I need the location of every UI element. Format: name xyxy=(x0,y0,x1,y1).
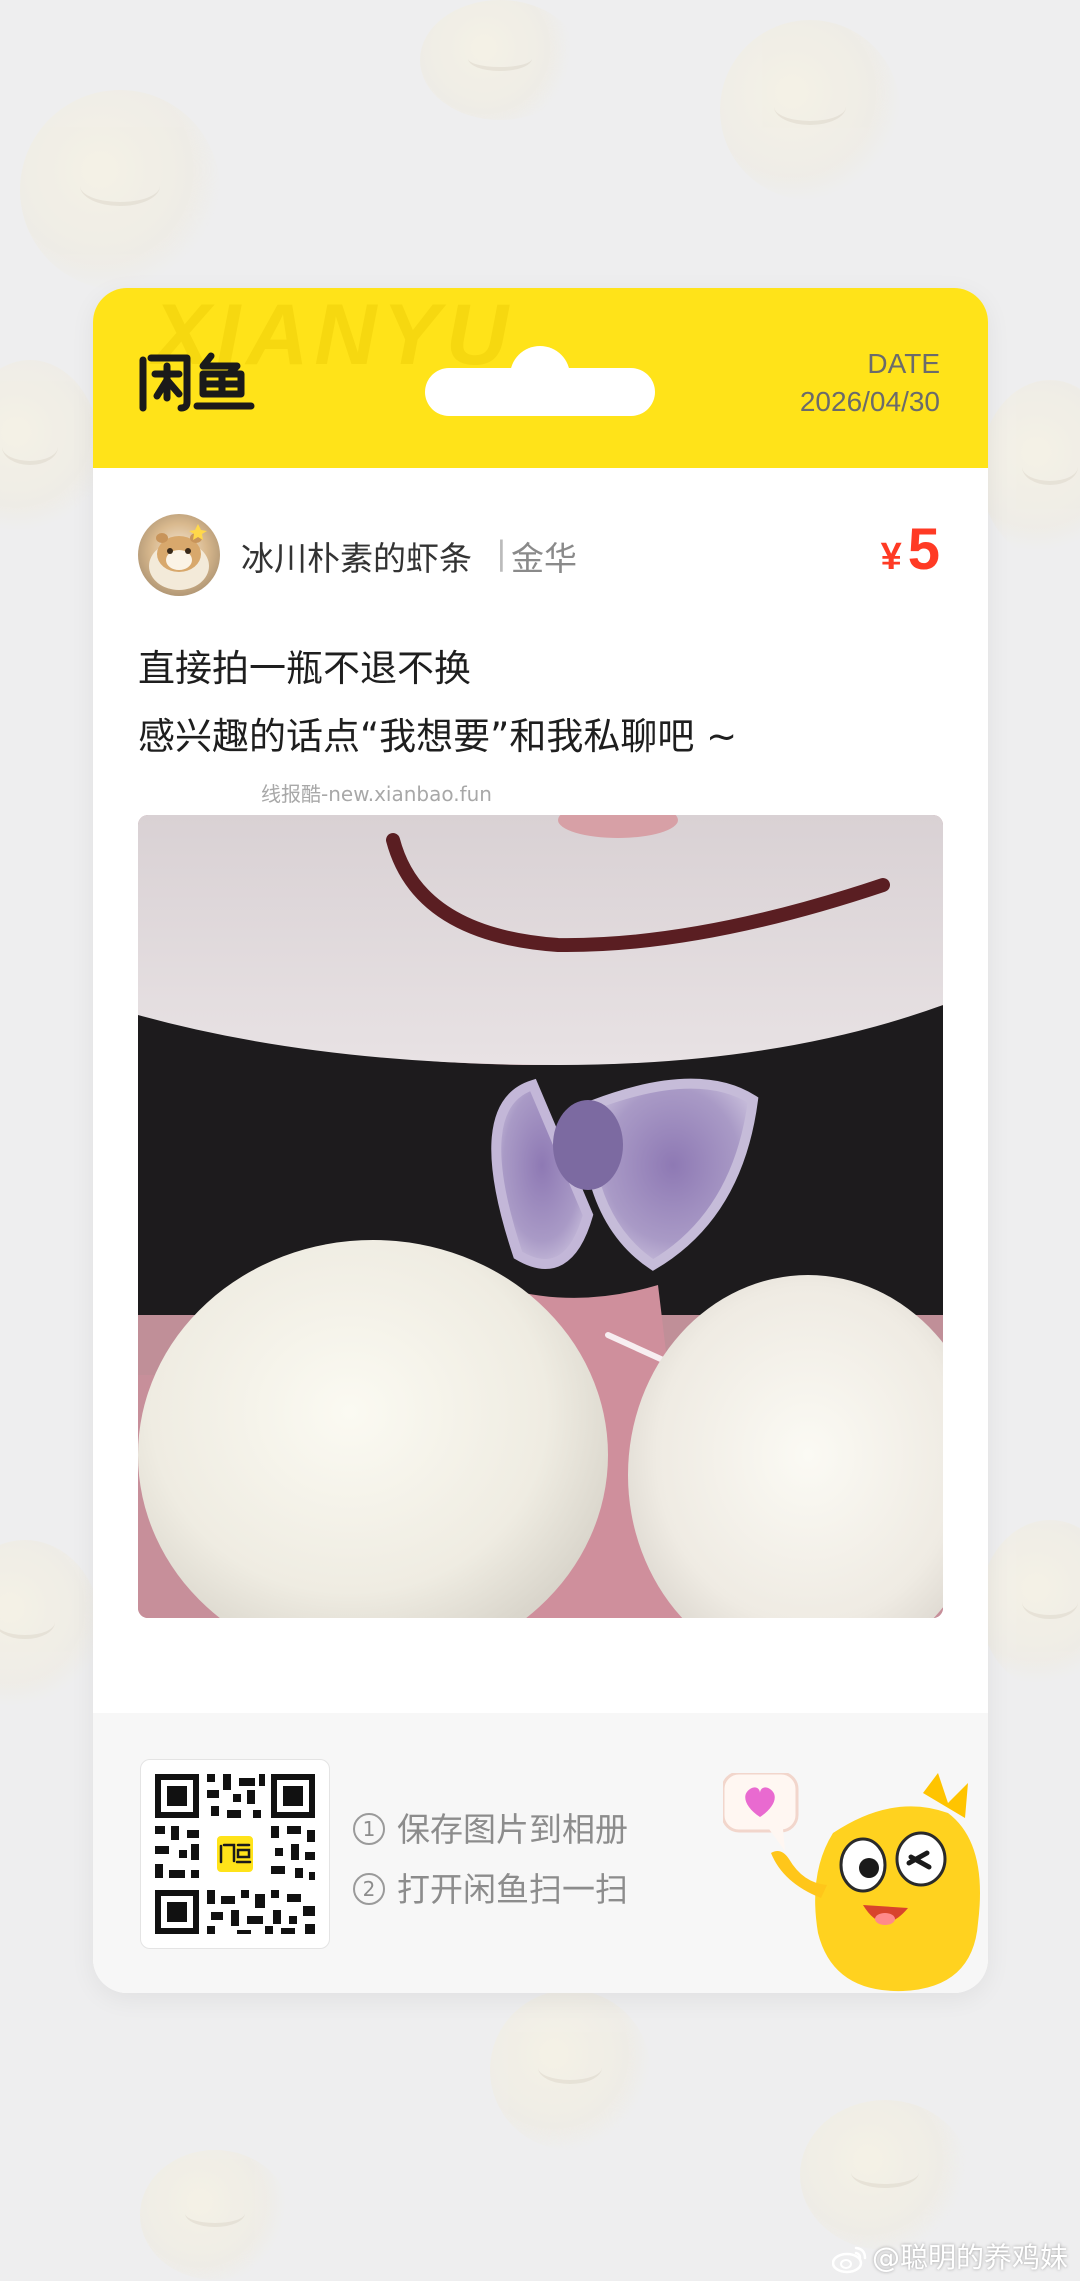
background-mascot-decoration xyxy=(980,1520,1080,1690)
price-currency: ¥ xyxy=(880,536,902,578)
card-footer: 1 保存图片到相册 2 打开闲鱼扫一扫 xyxy=(93,1713,988,1993)
date-value: 2026/04/30 xyxy=(799,386,940,417)
fish-mascot-icon xyxy=(723,1773,980,1992)
card-header: XIANYU DATE 2026/04/30 xyxy=(93,288,988,468)
item-description-line-1: 直接拍一瓶不退不换 xyxy=(138,647,471,690)
background-mascot-decoration xyxy=(0,360,100,540)
step-2-text: 打开闲鱼扫一扫 xyxy=(397,1870,628,1909)
weibo-icon xyxy=(831,2246,867,2274)
qr-code-icon xyxy=(155,1774,315,1934)
price: ¥5 xyxy=(881,516,940,583)
seller-location: 金华 xyxy=(511,539,577,578)
background-mascot-decoration xyxy=(0,1540,100,1710)
seller-separator: | xyxy=(496,534,507,572)
background-mascot-decoration xyxy=(20,90,220,290)
item-description-line-2: 感兴趣的话点“我想要”和我私聊吧 ~ xyxy=(138,715,738,758)
background-mascot-decoration xyxy=(800,2100,970,2250)
share-card: XIANYU DATE 2026/04/30 冰川朴素的虾条 | 金华 ¥ 5 … xyxy=(93,288,988,1993)
price-value: 5 xyxy=(907,517,940,582)
seller-name[interactable]: 冰川朴素的虾条 xyxy=(241,532,472,580)
instruction-step-1: 1 保存图片到相册 xyxy=(353,1803,628,1851)
step-1-number: 1 xyxy=(353,1812,385,1845)
seller-avatar[interactable] xyxy=(138,514,220,596)
qr-code[interactable] xyxy=(140,1759,330,1949)
source-watermark: 线报酷-new.xianbao.fun xyxy=(261,782,492,806)
background-mascot-decoration xyxy=(140,2150,290,2280)
date-label: DATE xyxy=(867,348,940,379)
background-mascot-decoration xyxy=(420,0,580,120)
background-mascot-decoration xyxy=(980,380,1080,560)
instruction-step-2: 2 打开闲鱼扫一扫 xyxy=(353,1863,628,1911)
hamster-avatar-icon xyxy=(149,524,209,590)
weibo-watermark: @聪明的养鸡妹 xyxy=(831,2236,1068,2276)
badge-slot xyxy=(425,346,655,416)
plush-toy-image xyxy=(138,815,943,1618)
xianyu-logo-icon xyxy=(139,352,255,412)
product-photo[interactable] xyxy=(138,815,943,1618)
weibo-watermark-text: @聪明的养鸡妹 xyxy=(871,2241,1068,2274)
background-mascot-decoration xyxy=(720,20,900,200)
step-1-text: 保存图片到相册 xyxy=(397,1810,628,1849)
background-mascot-decoration xyxy=(490,1990,650,2150)
step-2-number: 2 xyxy=(353,1872,385,1905)
